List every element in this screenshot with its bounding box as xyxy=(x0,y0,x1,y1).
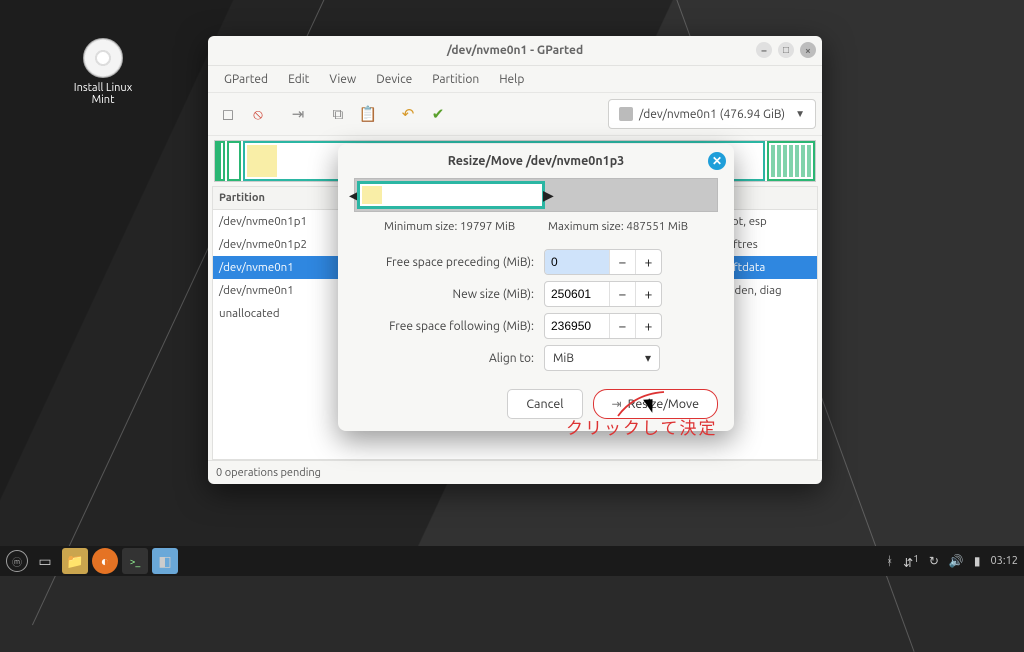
apply-icon[interactable]: ✔ xyxy=(424,100,452,128)
align-value: MiB xyxy=(553,352,574,365)
dialog-close-button[interactable]: ✕ xyxy=(708,152,726,170)
graph-seg-p1[interactable] xyxy=(215,141,225,181)
align-label: Align to: xyxy=(354,352,544,365)
following-plus-button[interactable]: + xyxy=(635,314,661,338)
newsize-plus-button[interactable]: + xyxy=(635,282,661,306)
preceding-label: Free space preceding (MiB): xyxy=(354,256,544,269)
battery-icon[interactable]: ▮ xyxy=(974,554,981,568)
firefox-button[interactable]: ◐ xyxy=(92,548,118,574)
clock[interactable]: 03:12 xyxy=(990,555,1018,567)
min-size-label: Minimum size: 19797 MiB xyxy=(384,220,515,233)
window-titlebar[interactable]: /dev/nvme0n1 - GParted – □ × xyxy=(208,36,822,66)
desktop-icon-label: Install Linux Mint xyxy=(64,82,142,106)
menu-edit[interactable]: Edit xyxy=(280,71,317,88)
slider-block[interactable] xyxy=(357,181,545,209)
desktop-icon-install[interactable]: Install Linux Mint xyxy=(64,38,142,106)
paste-icon[interactable]: 📋 xyxy=(354,100,382,128)
window-close-button[interactable]: × xyxy=(800,42,816,58)
menubar: GParted Edit View Device Partition Help xyxy=(208,66,822,92)
newsize-label: New size (MiB): xyxy=(354,288,544,301)
bluetooth-icon[interactable]: ᚼ xyxy=(886,555,893,568)
graph-seg-p4[interactable] xyxy=(767,141,815,181)
dialog-title: Resize/Move /dev/nvme0n1p3 xyxy=(448,154,624,168)
max-size-label: Maximum size: 487551 MiB xyxy=(548,220,688,233)
device-selector-label: /dev/nvme0n1 (476.94 GiB) xyxy=(639,108,785,121)
following-label: Free space following (MiB): xyxy=(354,320,544,333)
menu-gparted[interactable]: GParted xyxy=(216,71,276,88)
preceding-input[interactable] xyxy=(545,250,609,274)
volume-icon[interactable]: 🔊 xyxy=(949,554,964,568)
align-select[interactable]: MiB ▾ xyxy=(544,345,660,371)
mint-logo-icon: ⓜ xyxy=(12,554,22,569)
graph-seg-p2[interactable] xyxy=(227,141,241,181)
show-desktop-button[interactable]: ▭ xyxy=(32,548,58,574)
newsize-minus-button[interactable]: − xyxy=(609,282,635,306)
following-minus-button[interactable]: − xyxy=(609,314,635,338)
window-maximize-button[interactable]: □ xyxy=(778,42,794,58)
annotation: クリックして決定 xyxy=(566,414,718,439)
chevron-down-icon: ▼ xyxy=(795,108,805,120)
gparted-task-button[interactable]: ◧ xyxy=(152,548,178,574)
resize-dialog: Resize/Move /dev/nvme0n1p3 ✕ ◀ ▶ Minimum… xyxy=(338,144,734,431)
menu-view[interactable]: View xyxy=(321,71,364,88)
drive-icon xyxy=(619,107,633,121)
slider-right-handle[interactable]: ▶ xyxy=(543,187,554,204)
toolbar: ◻ ⦸ ⇥ ⧉ 📋 ↶ ✔ /dev/nvme0n1 (476.94 GiB) … xyxy=(208,92,822,136)
window-title: /dev/nvme0n1 - GParted xyxy=(447,44,583,57)
system-tray: ᚼ ⇵1 ↻ 🔊 ▮ 03:12 xyxy=(886,553,1018,570)
menu-device[interactable]: Device xyxy=(368,71,420,88)
menu-partition[interactable]: Partition xyxy=(424,71,487,88)
files-button[interactable]: 📁 xyxy=(62,548,88,574)
updates-icon[interactable]: ↻ xyxy=(929,554,939,568)
device-selector[interactable]: /dev/nvme0n1 (476.94 GiB) ▼ xyxy=(608,99,816,129)
resize-move-icon[interactable]: ⇥ xyxy=(284,100,312,128)
preceding-plus-button[interactable]: + xyxy=(635,250,661,274)
following-input[interactable] xyxy=(545,314,609,338)
preceding-minus-button[interactable]: − xyxy=(609,250,635,274)
status-text: 0 operations pending xyxy=(216,467,321,479)
window-minimize-button[interactable]: – xyxy=(756,42,772,58)
status-bar: 0 operations pending xyxy=(208,460,822,484)
chevron-down-icon: ▾ xyxy=(645,351,651,365)
newsize-input[interactable] xyxy=(545,282,609,306)
resize-slider[interactable]: ◀ ▶ xyxy=(354,178,718,212)
annotation-arrow-icon xyxy=(614,390,674,420)
new-partition-icon[interactable]: ◻ xyxy=(214,100,242,128)
undo-icon[interactable]: ↶ xyxy=(394,100,422,128)
terminal-button[interactable]: >_ xyxy=(122,548,148,574)
copy-icon[interactable]: ⧉ xyxy=(324,100,352,128)
col-partition[interactable]: Partition xyxy=(213,187,333,209)
menu-help[interactable]: Help xyxy=(491,71,532,88)
network-icon[interactable]: ⇵1 xyxy=(903,553,919,570)
disc-icon xyxy=(83,38,123,78)
dialog-titlebar[interactable]: Resize/Move /dev/nvme0n1p3 ✕ xyxy=(338,144,734,178)
mint-menu-button[interactable]: ⓜ xyxy=(6,550,28,572)
taskbar: ⓜ ▭ 📁 ◐ >_ ◧ ᚼ ⇵1 ↻ 🔊 ▮ 03:12 xyxy=(0,546,1024,576)
delete-partition-icon[interactable]: ⦸ xyxy=(244,100,272,128)
